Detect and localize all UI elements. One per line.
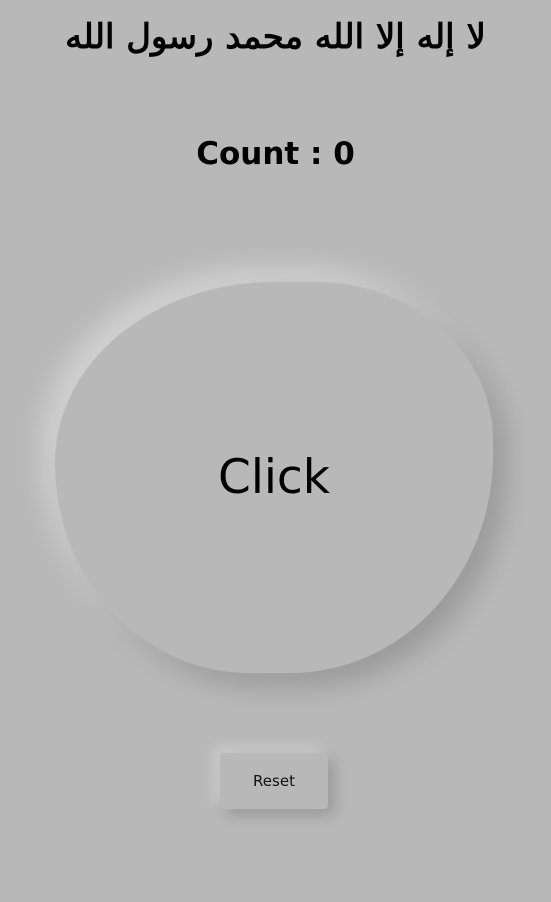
click-button[interactable]: Click: [55, 282, 493, 673]
count-label: Count: [196, 136, 300, 172]
count-value: 0: [333, 136, 355, 172]
reset-button[interactable]: Reset: [220, 753, 328, 809]
reset-button-label: Reset: [253, 772, 295, 790]
kalima-heading: لا إله إلا الله محمد رسول الله: [65, 17, 486, 57]
click-button-label: Click: [218, 449, 330, 505]
count-display: Count : 0: [0, 132, 551, 176]
count-separator: :: [299, 136, 334, 172]
